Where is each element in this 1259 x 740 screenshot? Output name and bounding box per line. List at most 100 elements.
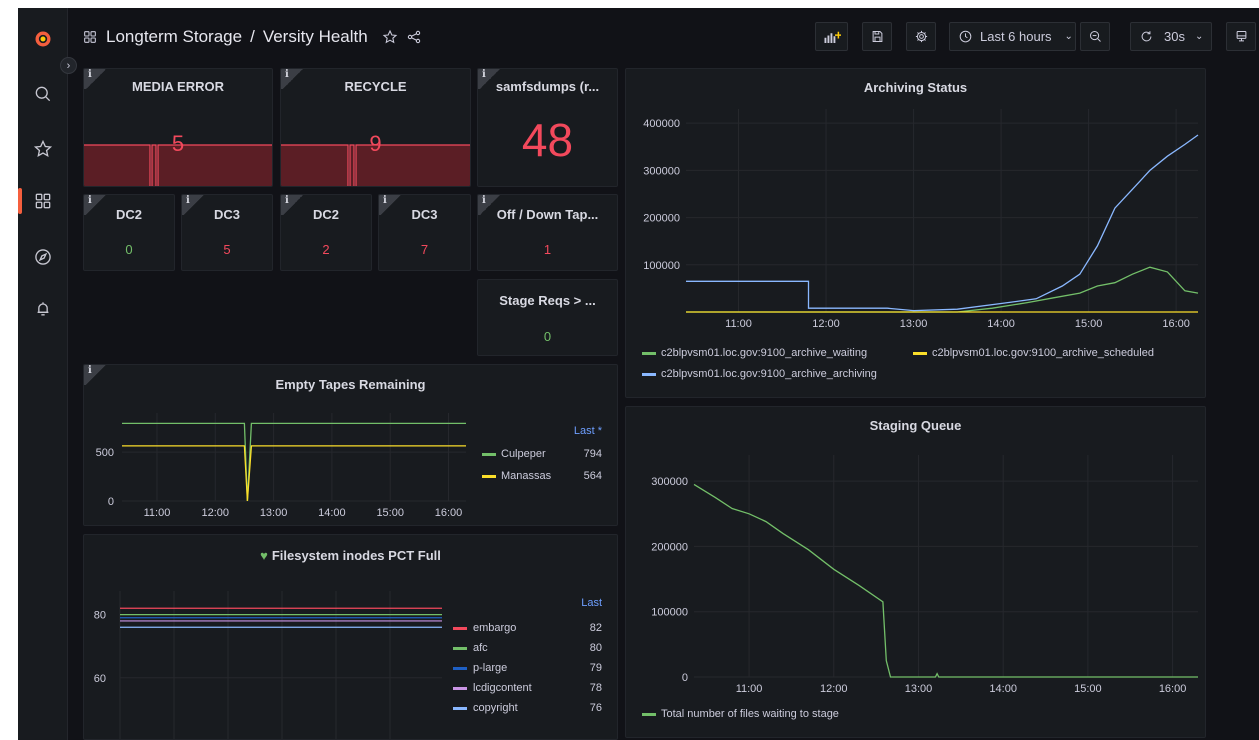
y-tick-label: 100000 — [651, 607, 688, 619]
legend-value: 78 — [590, 682, 602, 694]
dashboard-settings-button[interactable] — [906, 22, 936, 51]
panel-dc3-a[interactable]: i DC3 5 — [181, 194, 273, 271]
legend-value: 76 — [590, 702, 602, 714]
breadcrumb-folder-link[interactable]: Longterm Storage — [106, 27, 242, 47]
legend-header: Last — [581, 597, 602, 609]
legend-value: 82 — [590, 622, 602, 634]
stat-value: 5 — [223, 242, 231, 257]
expand-sidebar-button[interactable]: › — [60, 57, 77, 74]
panel-dc2-b[interactable]: i DC2 2 — [280, 194, 372, 271]
sparkline-area — [84, 144, 272, 186]
series-line — [122, 422, 466, 502]
starred-icon[interactable] — [27, 133, 59, 165]
legend-swatch — [913, 352, 927, 355]
x-tick-label: 14:00 — [989, 683, 1017, 695]
panel-dc3-b[interactable]: i DC3 7 — [378, 194, 471, 271]
panel-title: DC3 — [213, 207, 240, 222]
x-tick-label: 16:00 — [435, 507, 463, 519]
x-tick-label: 11:00 — [725, 318, 752, 330]
y-tick-label: 500 — [96, 447, 114, 459]
star-icon[interactable] — [382, 29, 398, 45]
x-tick-label: 12:00 — [820, 683, 848, 695]
y-tick-label: 60 — [94, 673, 106, 685]
panel-filesystem-inodes[interactable]: ♥ Filesystem inodes PCT Full 60 80 Last emba… — [83, 534, 618, 740]
clock-icon — [959, 30, 972, 43]
archiving-status-chart: 100000 200000 300000 400000 11:00 12:00 13:00 1… — [642, 109, 1199, 380]
stat-value: 5 — [171, 131, 185, 156]
x-tick-label: 14:00 — [318, 507, 346, 519]
chevron-down-icon: ⌄ — [1194, 31, 1204, 42]
panel-title: DC2 — [312, 207, 339, 222]
save-icon — [872, 31, 882, 42]
gear-icon — [915, 30, 927, 43]
filesystem-inodes-chart: 60 80 Last embargo 82 afc 80 p-large 79 lcdigcont… — [94, 591, 602, 739]
zoom-out-button[interactable] — [1080, 22, 1110, 51]
staging-queue-chart: 0 100000 200000 300000 11:00 12:00 13:00 14:00 1… — [642, 455, 1198, 720]
x-tick-label: 13:00 — [905, 683, 933, 695]
stat-value: 0 — [543, 329, 552, 344]
panel-archiving-status[interactable]: Archiving Status 100000 200000 300000 40000… — [625, 68, 1206, 398]
tv-mode-button[interactable] — [1226, 22, 1256, 51]
panel-samfsdumps[interactable]: i samfsdumps (r... 48 — [477, 68, 618, 187]
panel-off-down-tapes[interactable]: i Off / Down Tap... 1 — [477, 194, 618, 271]
legend-value: 80 — [590, 642, 602, 654]
legend-value: 794 — [584, 448, 602, 460]
legend-swatch — [642, 373, 656, 376]
x-tick-label: 11:00 — [144, 507, 171, 519]
x-tick-label: 13:00 — [900, 318, 928, 330]
legend-label: c2blpvsm01.loc.gov:9100_archive_archivin… — [661, 368, 877, 380]
grafana-logo-icon[interactable] — [27, 23, 59, 55]
legend-label: lcdigcontent — [473, 682, 532, 694]
add-panel-button[interactable] — [815, 22, 848, 51]
stat-value: 48 — [521, 114, 574, 166]
x-tick-label: 16:00 — [1159, 683, 1187, 695]
explore-icon[interactable] — [27, 241, 59, 273]
panel-staging-queue[interactable]: Staging Queue 0 100000 200000 300000 11:00 12… — [625, 406, 1206, 738]
breadcrumb-dashboard-title[interactable]: Versity Health — [263, 27, 368, 47]
legend-label: copyright — [473, 702, 518, 714]
empty-tapes-chart: 0 500 11:00 12:00 13:00 14:00 15:00 16:00 Last *… — [96, 413, 603, 519]
panel-media-error[interactable]: i MEDIA ERROR 5 — [83, 68, 273, 187]
stat-value: 1 — [543, 242, 552, 257]
time-range-picker[interactable]: Last 6 hours ⌄ — [949, 22, 1076, 51]
panel-title: Stage Reqs > ... — [499, 293, 596, 308]
legend-swatch — [482, 453, 496, 456]
active-indicator — [18, 188, 22, 214]
legend-swatch — [482, 475, 496, 478]
panel-dc2-a[interactable]: i DC2 0 — [83, 194, 175, 271]
series-line — [686, 266, 1199, 313]
legend-swatch — [642, 713, 656, 716]
top-bar: Longterm Storage / Versity Health Last 6… — [69, 8, 1259, 66]
legend-label: embargo — [473, 622, 516, 634]
alerting-bell-icon[interactable] — [27, 293, 59, 325]
breadcrumb-separator: / — [250, 27, 255, 46]
legend-label: p-large — [473, 662, 507, 674]
share-icon[interactable] — [406, 29, 422, 45]
legend-label: Total number of files waiting to stage — [661, 708, 839, 720]
x-tick-label: 15:00 — [1075, 318, 1103, 330]
refresh-picker[interactable]: 30s ⌄ — [1130, 22, 1212, 51]
stat-value: 0 — [125, 242, 133, 257]
series-line — [686, 134, 1199, 312]
legend-swatch — [642, 352, 656, 355]
x-tick-label: 15:00 — [376, 507, 404, 519]
legend-label: Manassas — [501, 470, 552, 482]
legend-swatch — [453, 627, 467, 630]
legend-label: c2blpvsm01.loc.gov:9100_archive_schedule… — [932, 347, 1154, 359]
stat-value: 2 — [322, 242, 330, 257]
legend-value: 79 — [590, 662, 602, 674]
dashboards-icon[interactable] — [27, 185, 59, 217]
panel-title: DC2 — [115, 207, 142, 222]
refresh-icon[interactable] — [1139, 29, 1154, 44]
x-tick-label: 11:00 — [736, 683, 763, 695]
monitor-icon — [1236, 31, 1246, 42]
search-icon[interactable] — [27, 78, 59, 110]
legend-label: afc — [473, 642, 488, 654]
y-tick-label: 400000 — [643, 118, 680, 130]
save-dashboard-button[interactable] — [862, 22, 892, 51]
sparkline-area — [281, 144, 470, 186]
x-tick-label: 12:00 — [202, 507, 230, 519]
panel-stage-reqs[interactable]: Stage Reqs > ... 0 — [477, 279, 618, 356]
panel-empty-tapes[interactable]: i Empty Tapes Remaining 0 500 11:00 12:00 13… — [83, 364, 618, 526]
panel-recycle[interactable]: i RECYCLE 9 — [280, 68, 471, 187]
